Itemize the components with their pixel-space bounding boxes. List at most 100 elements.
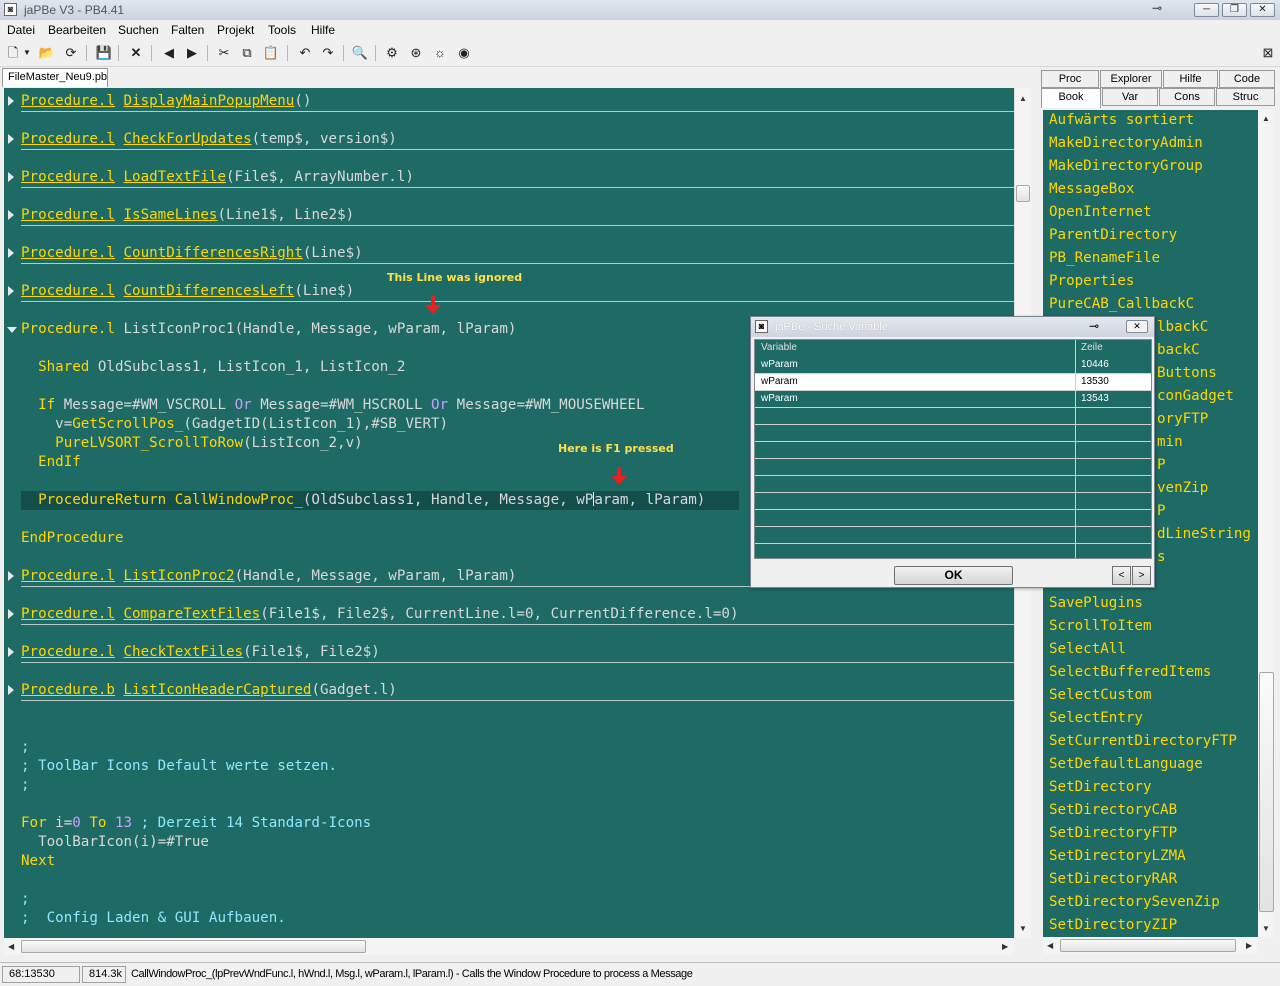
column-variable[interactable]: Variable xyxy=(761,342,797,353)
list-item[interactable]: SetDirectorySevenZip xyxy=(1049,894,1220,910)
fold-expand-icon[interactable] xyxy=(8,609,14,619)
list-item[interactable]: SetDefaultLanguage xyxy=(1049,756,1203,772)
forward-icon[interactable]: ▶ xyxy=(183,44,201,62)
list-item[interactable]: Buttons xyxy=(1157,365,1217,381)
code-line[interactable]: Next xyxy=(4,852,1014,871)
list-item[interactable]: SetDirectory xyxy=(1049,779,1152,795)
new-file-icon[interactable]: 🗋 xyxy=(4,44,22,62)
list-item[interactable]: P xyxy=(1157,503,1166,519)
list-item[interactable]: P xyxy=(1157,457,1166,473)
scroll-left-icon[interactable]: ◀ xyxy=(8,942,14,951)
code-line[interactable]: ; ToolBar Icons Default werte setzen. xyxy=(4,757,1014,776)
previous-button[interactable]: < xyxy=(1112,566,1131,585)
list-item[interactable]: SelectAll xyxy=(1049,641,1126,657)
maximize-button[interactable]: ❐ xyxy=(1222,3,1247,17)
code-line[interactable]: Procedure.l CountDifferencesLeft(Line$) xyxy=(4,282,1014,301)
list-item[interactable]: MakeDirectoryGroup xyxy=(1049,158,1203,174)
open-file-icon[interactable]: 📂 xyxy=(38,44,56,62)
code-line[interactable]: ; xyxy=(4,738,1014,757)
close-panel-icon[interactable]: ⊠ xyxy=(1259,44,1277,62)
list-item[interactable]: SetDirectoryCAB xyxy=(1049,802,1177,818)
fold-expand-icon[interactable] xyxy=(8,647,14,657)
fold-expand-icon[interactable] xyxy=(8,96,14,106)
dialog-close-button[interactable]: ✕ xyxy=(1126,320,1148,333)
list-horizontal-scrollbar[interactable]: ◀ ▶ xyxy=(1043,937,1258,954)
debug-icon[interactable]: ☼ xyxy=(431,44,449,62)
scrollbar-thumb[interactable] xyxy=(1259,672,1274,912)
pin-icon[interactable]: ⊸ xyxy=(1152,1,1162,15)
list-item[interactable]: s xyxy=(1157,549,1166,565)
menu-falten[interactable]: Falten xyxy=(171,23,204,37)
list-item[interactable]: SetDirectoryLZMA xyxy=(1049,848,1186,864)
scroll-up-icon[interactable]: ▲ xyxy=(1019,94,1027,103)
list-item[interactable]: min xyxy=(1157,434,1183,450)
list-item[interactable]: MakeDirectoryAdmin xyxy=(1049,135,1203,151)
minimize-button[interactable]: ─ xyxy=(1194,3,1219,17)
list-item[interactable]: SetDirectoryZIP xyxy=(1049,917,1177,933)
scrollbar-thumb[interactable] xyxy=(1060,939,1236,952)
code-line[interactable]: ; xyxy=(4,890,1014,909)
list-item[interactable]: ScrollToItem xyxy=(1049,618,1152,634)
file-tab[interactable]: FileMaster_Neu9.pb xyxy=(2,68,108,87)
list-item[interactable]: ParentDirectory xyxy=(1049,227,1177,243)
scroll-up-icon[interactable]: ▲ xyxy=(1262,114,1270,123)
fold-expand-icon[interactable] xyxy=(8,172,14,182)
list-item[interactable]: SetDirectoryRAR xyxy=(1049,871,1177,887)
list-item[interactable]: PureCAB_CallbackC xyxy=(1049,296,1194,312)
menu-suchen[interactable]: Suchen xyxy=(118,23,159,37)
code-line[interactable]: Procedure.l CompareTextFiles(File1$, Fil… xyxy=(4,605,1014,624)
menu-datei[interactable]: Datei xyxy=(7,23,35,37)
scroll-right-icon[interactable]: ▶ xyxy=(1246,941,1252,950)
list-item[interactable]: SetCurrentDirectoryFTP xyxy=(1049,733,1237,749)
ok-button[interactable]: OK xyxy=(894,566,1013,585)
search-icon[interactable]: 🔍 xyxy=(351,44,369,62)
fold-expand-icon[interactable] xyxy=(8,248,14,258)
compile-icon[interactable]: ⊛ xyxy=(407,44,425,62)
menu-hilfe[interactable]: Hilfe xyxy=(311,23,335,37)
list-item[interactable]: MessageBox xyxy=(1049,181,1134,197)
undo-icon[interactable]: ↶ xyxy=(296,44,314,62)
code-line[interactable]: Procedure.b ListIconHeaderCaptured(Gadge… xyxy=(4,681,1014,700)
code-line[interactable]: Procedure.l LoadTextFile(File$, ArrayNum… xyxy=(4,168,1014,187)
next-button[interactable]: > xyxy=(1132,566,1151,585)
table-row-selected[interactable]: wParam 13530 xyxy=(755,374,1151,391)
fold-expand-icon[interactable] xyxy=(8,134,14,144)
editor-horizontal-scrollbar[interactable]: ◀ ▶ xyxy=(4,938,1014,955)
scrollbar-thumb[interactable] xyxy=(1016,185,1030,202)
list-item[interactable]: OpenInternet xyxy=(1049,204,1152,220)
fold-expand-icon[interactable] xyxy=(8,286,14,296)
tab-hilfe[interactable]: Hilfe xyxy=(1163,70,1218,88)
code-line[interactable]: Procedure.l IsSameLines(Line1$, Line2$) xyxy=(4,206,1014,225)
close-button[interactable]: ✕ xyxy=(1250,3,1275,17)
code-line[interactable]: Procedure.l CheckTextFiles(File1$, File2… xyxy=(4,643,1014,662)
list-item[interactable]: venZip xyxy=(1157,480,1208,496)
scroll-down-icon[interactable]: ▼ xyxy=(1262,924,1270,933)
dialog-title-bar[interactable]: ◙ jaPBe - Suche Variable ⊸ ✕ xyxy=(751,317,1154,337)
tab-proc[interactable]: Proc xyxy=(1041,70,1099,88)
code-line[interactable]: ToolBarIcon(i)=#True xyxy=(4,833,1014,852)
redo-icon[interactable]: ↷ xyxy=(319,44,337,62)
list-item[interactable]: SavePlugins xyxy=(1049,595,1143,611)
reload-icon[interactable]: ⟳ xyxy=(62,44,80,62)
dropdown-icon[interactable]: ▼ xyxy=(22,44,32,62)
back-icon[interactable]: ◀ xyxy=(160,44,178,62)
paste-icon[interactable]: 📋 xyxy=(262,44,280,62)
code-line[interactable]: For i=0 To 13 ; Derzeit 14 Standard-Icon… xyxy=(4,814,1014,833)
list-item[interactable]: SelectCustom xyxy=(1049,687,1152,703)
scroll-left-icon[interactable]: ◀ xyxy=(1047,941,1053,950)
list-item[interactable]: PB_RenameFile xyxy=(1049,250,1160,266)
menu-bearbeiten[interactable]: Bearbeiten xyxy=(48,23,106,37)
copy-icon[interactable]: ⧉ xyxy=(238,44,256,62)
tab-code[interactable]: Code xyxy=(1219,70,1275,88)
column-line[interactable]: Zeile xyxy=(1081,342,1103,353)
scroll-down-icon[interactable]: ▼ xyxy=(1019,924,1027,933)
table-row[interactable]: wParam 13543 xyxy=(755,391,1151,408)
list-item[interactable]: conGadget xyxy=(1157,388,1234,404)
table-row[interactable]: wParam 10446 xyxy=(755,357,1151,374)
code-line[interactable]: Procedure.l DisplayMainPopupMenu() xyxy=(4,92,1014,111)
fold-collapse-icon[interactable] xyxy=(7,327,17,333)
tab-var[interactable]: Var xyxy=(1102,88,1158,106)
list-item[interactable]: SelectBufferedItems xyxy=(1049,664,1211,680)
code-line[interactable]: ; xyxy=(4,776,1014,795)
fold-expand-icon[interactable] xyxy=(8,685,14,695)
